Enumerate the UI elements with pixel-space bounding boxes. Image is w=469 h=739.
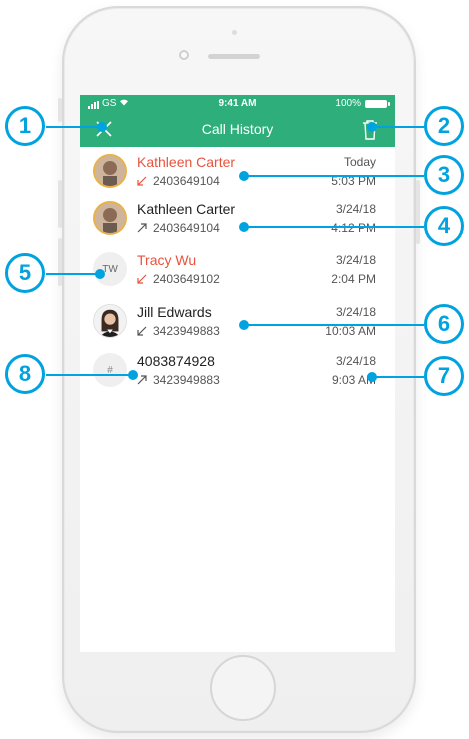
call-time: 4:12 PM xyxy=(331,221,376,235)
call-number-line: 3423949883 xyxy=(137,324,220,338)
callout-7-dot xyxy=(367,372,377,382)
callout-4: 4 xyxy=(424,206,464,246)
earpiece-speaker xyxy=(208,54,260,59)
avatar xyxy=(93,154,127,188)
callout-5-line xyxy=(46,273,100,275)
callout-6: 6 xyxy=(424,304,464,344)
caller-name: Kathleen Carter xyxy=(137,154,236,170)
phone-number: 3423949883 xyxy=(153,373,220,387)
avatar: # xyxy=(93,353,127,387)
page-title: Call History xyxy=(201,121,274,137)
call-date: Today xyxy=(343,155,376,169)
avatar xyxy=(93,304,127,338)
avatar xyxy=(93,201,127,235)
callout-5: 5 xyxy=(5,253,45,293)
callout-8: 8 xyxy=(5,354,45,394)
callout-1-line xyxy=(46,126,102,128)
phone-number: 2403649102 xyxy=(153,272,220,286)
callout-3: 3 xyxy=(424,155,464,195)
callout-1-dot xyxy=(97,122,107,132)
incoming-call-icon xyxy=(137,274,147,284)
phone-side-button xyxy=(58,98,62,122)
callout-1: 1 xyxy=(5,106,45,146)
callout-8-line xyxy=(46,374,132,376)
callout-6-dot xyxy=(239,320,249,330)
call-time: 2:04 PM xyxy=(331,272,376,286)
callout-2: 2 xyxy=(424,106,464,146)
header-bar: GS 9:41 AM 100% Call History xyxy=(80,95,395,147)
proximity-sensor xyxy=(232,30,237,35)
caller-name: 4083874928 xyxy=(137,353,215,369)
battery-percent: 100% xyxy=(335,98,361,109)
status-bar: GS 9:41 AM 100% xyxy=(80,95,395,113)
call-date: 3/24/18 xyxy=(335,354,376,368)
outgoing-call-icon xyxy=(137,223,147,233)
callout-3-line xyxy=(244,175,424,177)
callout-8-dot xyxy=(128,370,138,380)
phone-number: 2403649104 xyxy=(153,174,220,188)
nav-bar: Call History xyxy=(80,113,395,147)
call-number-line: 2403649104 xyxy=(137,174,220,188)
call-row[interactable]: Kathleen Carter 2403649104 Today 5:03 PM xyxy=(80,147,395,197)
callout-7: 7 xyxy=(424,356,464,396)
call-number-line: 2403649104 xyxy=(137,221,220,235)
caller-name: Kathleen Carter xyxy=(137,201,236,217)
phone-volume-down-button xyxy=(58,238,62,286)
call-number-line: 2403649102 xyxy=(137,272,220,286)
call-row[interactable]: # 4083874928 3423949883 3/24/18 9:03 AM xyxy=(80,346,395,396)
call-date: 3/24/18 xyxy=(335,305,376,319)
caller-name: Tracy Wu xyxy=(137,252,197,268)
call-row[interactable]: Kathleen Carter 2403649104 3/24/18 4:12 … xyxy=(80,194,395,244)
incoming-call-icon xyxy=(137,326,147,336)
callout-6-line xyxy=(244,324,424,326)
front-camera xyxy=(179,50,189,60)
call-row[interactable]: Jill Edwards 3423949883 3/24/18 10:03 AM xyxy=(80,297,395,347)
callout-3-dot xyxy=(239,171,249,181)
callout-2-dot xyxy=(367,122,377,132)
callout-5-dot xyxy=(95,269,105,279)
battery-group: 100% xyxy=(335,98,390,109)
call-date: 3/24/18 xyxy=(335,253,376,267)
call-row[interactable]: TW Tracy Wu 2403649102 3/24/18 2:04 PM xyxy=(80,245,395,295)
callout-2-line xyxy=(372,126,424,128)
call-time: 10:03 AM xyxy=(325,324,376,338)
call-date: 3/24/18 xyxy=(335,202,376,216)
incoming-call-icon xyxy=(137,176,147,186)
callout-7-line xyxy=(372,376,424,378)
phone-number: 3423949883 xyxy=(153,324,220,338)
phone-volume-up-button xyxy=(58,180,62,228)
call-number-line: 3423949883 xyxy=(137,373,220,387)
caller-name: Jill Edwards xyxy=(137,304,212,320)
outgoing-call-icon xyxy=(137,375,147,385)
callout-4-dot xyxy=(239,222,249,232)
callout-4-line xyxy=(244,226,424,228)
phone-power-button xyxy=(416,180,420,244)
home-button[interactable] xyxy=(210,655,276,721)
phone-number: 2403649104 xyxy=(153,221,220,235)
battery-icon xyxy=(365,99,390,108)
